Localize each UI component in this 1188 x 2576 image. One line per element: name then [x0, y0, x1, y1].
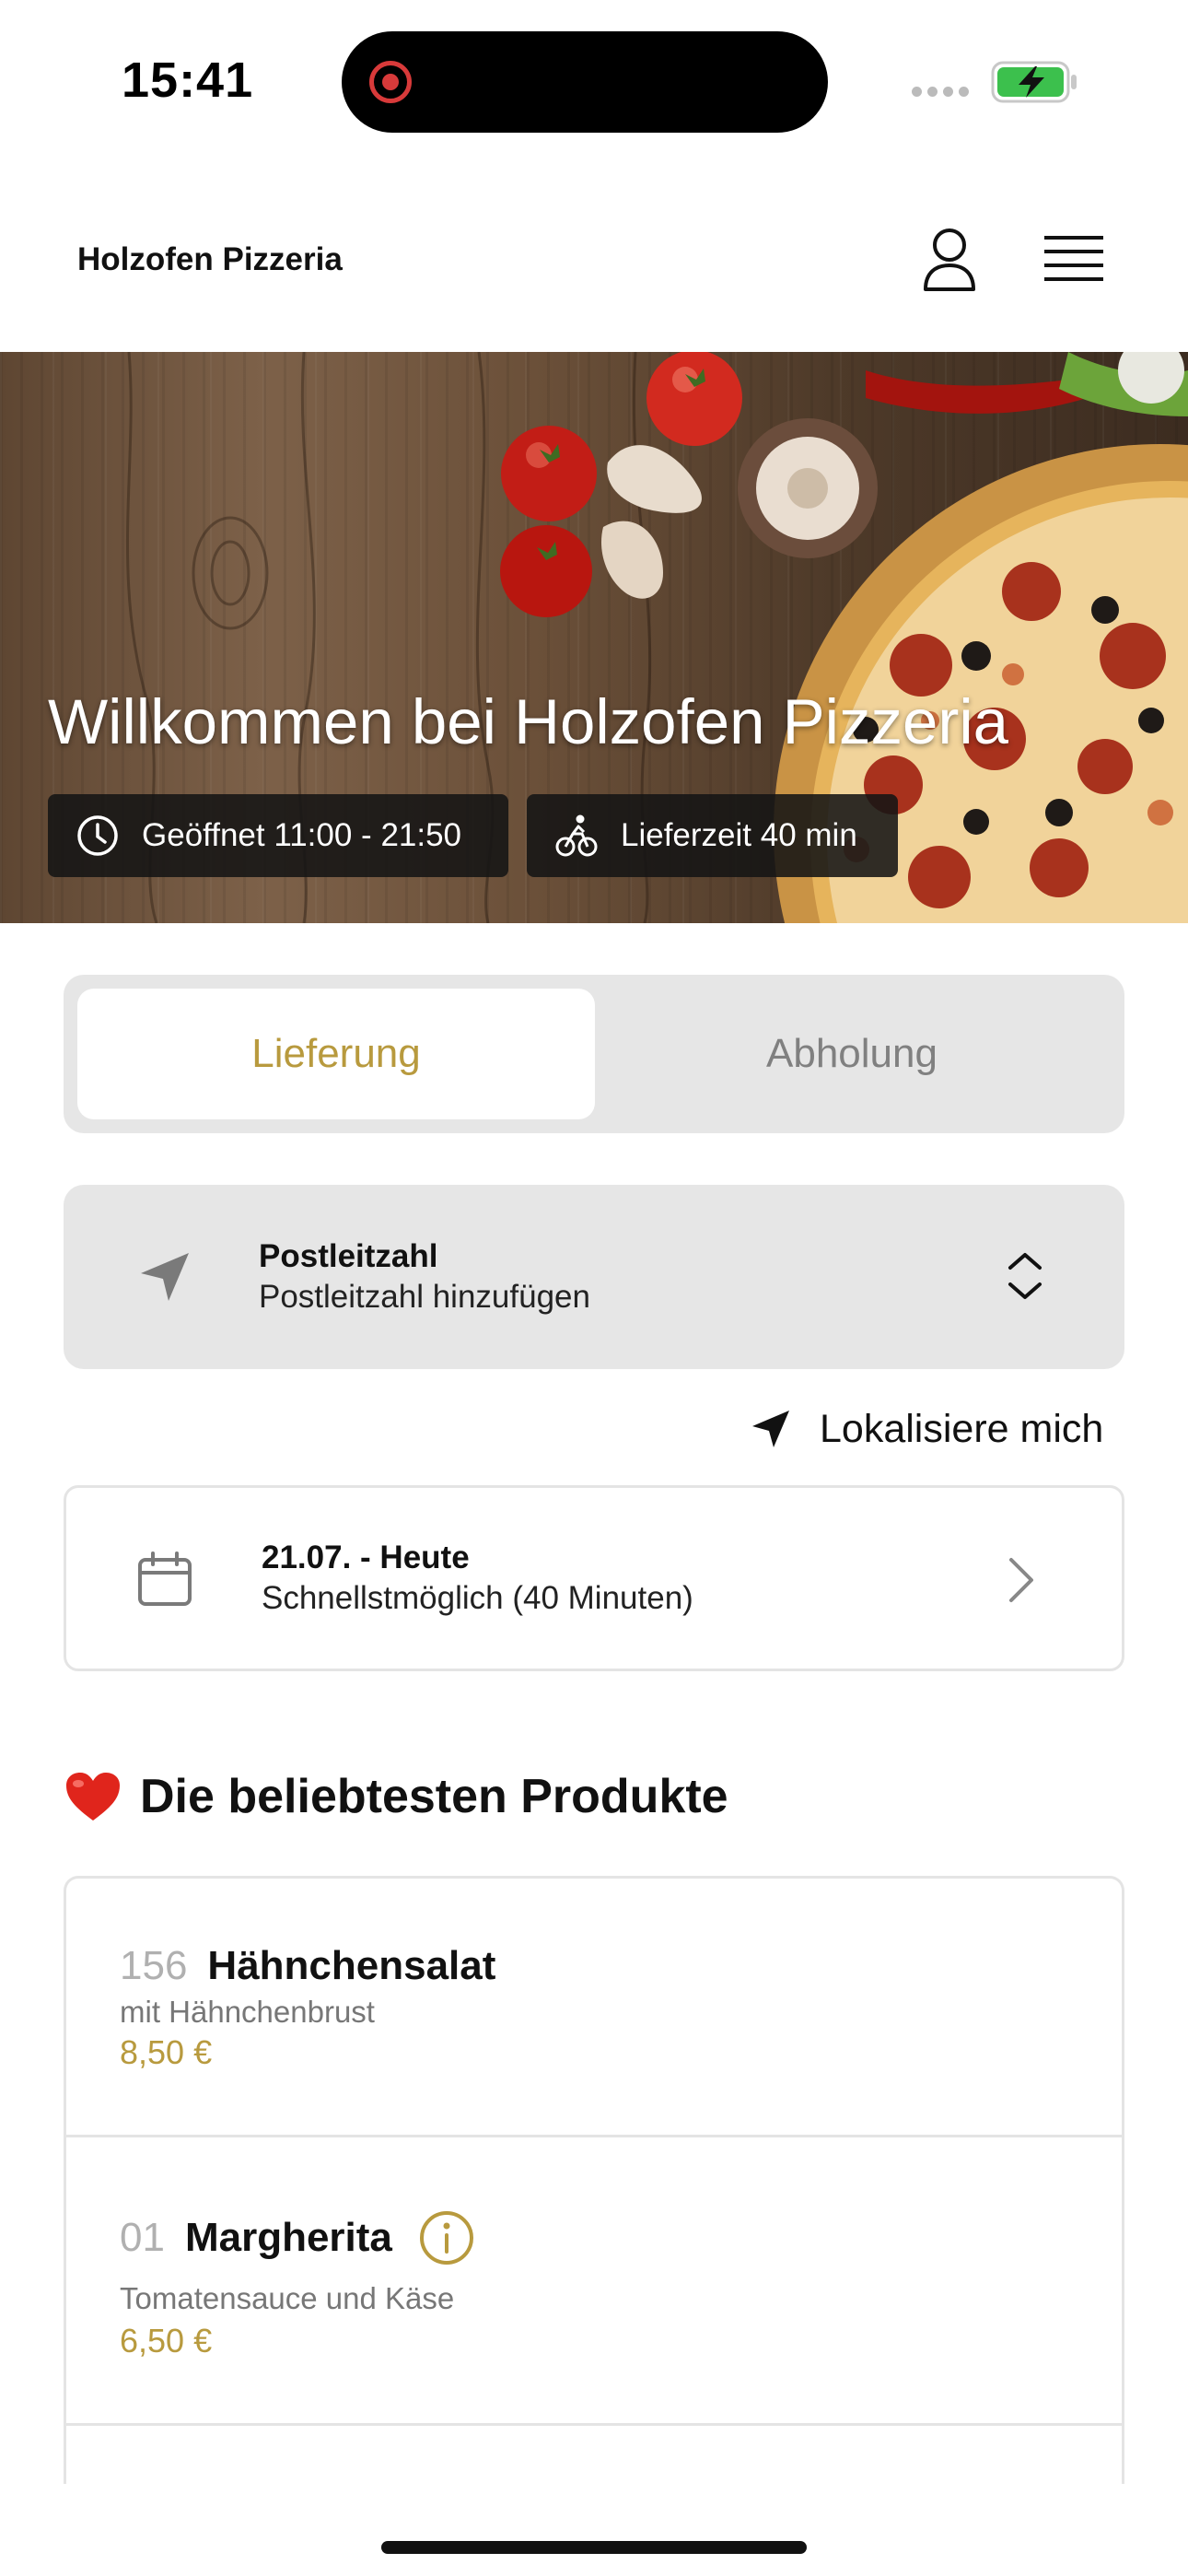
heart-icon	[66, 1773, 120, 1821]
product-name: Margherita	[184, 2215, 392, 2260]
dynamic-island	[342, 31, 828, 133]
product-price: 6,50 €	[120, 2322, 213, 2359]
bike-icon	[555, 814, 598, 857]
delivery-time-text: Lieferzeit 40 min	[621, 817, 857, 853]
brand-name[interactable]: Holzofen Pizzeria	[77, 241, 343, 278]
tab-pickup[interactable]: Abholung	[593, 989, 1111, 1119]
recording-indicator-icon	[369, 61, 412, 103]
locate-me-label: Lokalisiere mich	[820, 1406, 1104, 1451]
popular-products-title: Die beliebtesten Produkte	[140, 1770, 728, 1823]
delivery-date-selector[interactable]: 21.07. - Heute Schnellstmöglich (40 Minu…	[64, 1485, 1124, 1671]
chevron-up-down-icon	[1008, 1253, 1042, 1299]
product-number: 01	[120, 2215, 165, 2260]
account-button[interactable]	[921, 227, 978, 293]
locate-me-button[interactable]: Lokalisiere mich	[750, 1400, 1103, 1458]
product-price: 8,50 €	[120, 2033, 213, 2071]
status-bar: 15:41	[0, 0, 1188, 157]
home-indicator[interactable]	[381, 2541, 807, 2554]
menu-button[interactable]	[1044, 232, 1103, 286]
app-header: Holzofen Pizzeria	[0, 157, 1188, 352]
tab-delivery[interactable]: Lieferung	[77, 989, 595, 1119]
zip-code-placeholder: Postleitzahl hinzufügen	[259, 1279, 590, 1315]
opening-hours-text: Geöffnet 11:00 - 21:50	[142, 817, 462, 853]
popular-products-list: 156 Hähnchensalat mit Hähnchenbrust 8,50…	[64, 1876, 1124, 2484]
menu-icon	[1044, 236, 1103, 281]
product-title-line: 156 Hähnchensalat	[120, 1943, 495, 1989]
delivery-date-title: 21.07. - Heute	[262, 1540, 470, 1575]
popular-products-heading: Die beliebtesten Produkte	[64, 1769, 728, 1824]
hero-banner: Willkommen bei Holzofen Pizzeria Geöffne…	[0, 352, 1188, 923]
chevron-right-icon	[1009, 1558, 1033, 1602]
hero-title: Willkommen bei Holzofen Pizzeria	[48, 686, 1009, 757]
product-item[interactable]: 156 Hähnchensalat mit Hähnchenbrust 8,50…	[66, 1879, 1122, 2137]
zip-code-label: Postleitzahl	[259, 1238, 438, 1274]
product-name: Hähnchensalat	[207, 1943, 496, 1988]
product-number: 156	[120, 1943, 188, 1988]
navigation-arrow-icon	[141, 1253, 189, 1301]
info-icon[interactable]	[418, 2209, 475, 2266]
delivery-time-option: Schnellstmöglich (40 Minuten)	[262, 1580, 693, 1616]
product-description: mit Hähnchenbrust	[120, 1995, 375, 2029]
order-mode-toggle: Lieferung Abholung	[64, 975, 1124, 1133]
user-icon	[924, 228, 975, 291]
zip-code-selector[interactable]: Postleitzahl Postleitzahl hinzufügen	[64, 1185, 1124, 1369]
opening-hours-badge: Geöffnet 11:00 - 21:50	[48, 794, 508, 877]
product-description: Tomatensauce und Käse	[120, 2281, 455, 2315]
signal-icon	[912, 85, 974, 101]
delivery-time-badge: Lieferzeit 40 min	[527, 794, 898, 877]
status-time: 15:41	[122, 53, 254, 108]
battery-icon	[991, 61, 1077, 103]
product-item[interactable]: 01 Margherita Tomatensauce und Käse 6,50…	[66, 2137, 1122, 2426]
navigation-arrow-icon	[752, 1411, 789, 1447]
product-title-line: 01 Margherita	[120, 2209, 475, 2266]
clock-icon	[77, 815, 118, 856]
calendar-icon	[138, 1551, 192, 1606]
